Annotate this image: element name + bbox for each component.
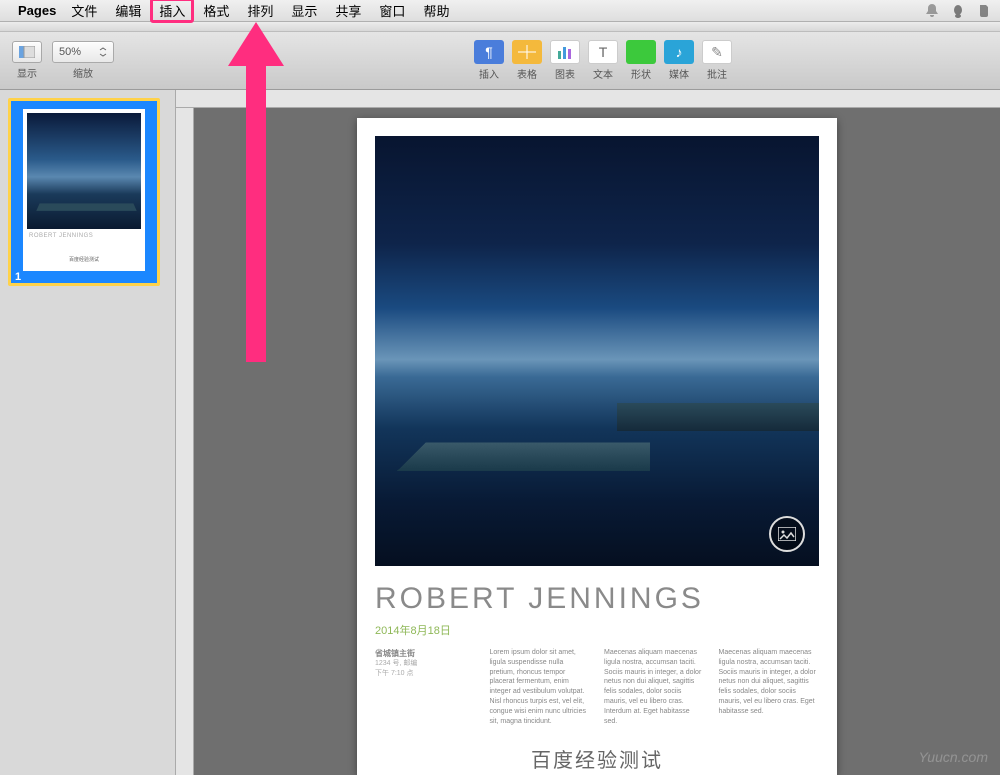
document-big-text[interactable]: 百度经验测试 [375, 744, 819, 773]
toolbar: 显示 50% 缩放 ¶插入 表格 图表 T文本 形状 ♪媒体 ✎批注 [0, 32, 1000, 90]
toolbar-chart[interactable]: 图表 [550, 40, 580, 81]
notification-icon[interactable] [924, 3, 940, 19]
zoom-value: 50% [59, 46, 81, 58]
watermark: Yuucn.com [918, 749, 988, 765]
content-area: ROBERT JENNINGS 百度经验测试 1 ROBERT JENNINGS [0, 90, 1000, 775]
document-page[interactable]: ROBERT JENNINGS 2014年8月18日 省城镇主街 1234 号,… [357, 118, 837, 775]
menu-arrange[interactable]: 排列 [238, 0, 282, 22]
document-title[interactable]: ROBERT JENNINGS [375, 582, 819, 616]
menu-format[interactable]: 格式 [194, 0, 238, 22]
menu-view[interactable]: 显示 [282, 0, 326, 22]
column-2[interactable]: Lorem ipsum dolor sit amet, ligula suspe… [490, 648, 591, 726]
horizontal-ruler [176, 90, 1000, 108]
menu-window[interactable]: 窗口 [370, 0, 414, 22]
note-icon: ✎ [702, 40, 732, 64]
menu-help[interactable]: 帮助 [414, 0, 458, 22]
shape-icon [626, 40, 656, 64]
toolbar-shape[interactable]: 形状 [626, 40, 656, 81]
vertical-ruler [176, 108, 194, 775]
toolbar-insert[interactable]: ¶插入 [474, 40, 504, 81]
menu-share[interactable]: 共享 [326, 0, 370, 22]
insert-icon: ¶ [474, 40, 504, 64]
toolbar-zoom: 50% 缩放 [52, 41, 114, 80]
qq-icon[interactable] [950, 3, 966, 19]
window-titlebar [0, 22, 1000, 32]
toolbar-note[interactable]: ✎批注 [702, 40, 732, 81]
show-button[interactable] [12, 41, 42, 63]
menubar: Pages 文件 编辑 插入 格式 排列 显示 共享 窗口 帮助 [0, 0, 1000, 22]
page-thumbnail-1[interactable]: ROBERT JENNINGS 百度经验测试 1 [8, 98, 160, 286]
menu-edit[interactable]: 编辑 [106, 0, 150, 22]
document-canvas[interactable]: ROBERT JENNINGS 2014年8月18日 省城镇主街 1234 号,… [176, 90, 1000, 775]
zoom-select[interactable]: 50% [52, 41, 114, 63]
toolbar-show: 显示 [12, 41, 42, 80]
toolbar-center: ¶插入 表格 图表 T文本 形状 ♪媒体 ✎批注 [474, 40, 732, 81]
toolbar-text[interactable]: T文本 [588, 40, 618, 81]
show-label: 显示 [17, 65, 37, 80]
table-icon [512, 40, 542, 64]
thumbnail-footer: 百度经验测试 [29, 257, 139, 264]
document-columns: 省城镇主街 1234 号, 邮编 下午 7:10 点 Lorem ipsum d… [375, 648, 819, 726]
thumbnail-image [27, 113, 141, 229]
app-name[interactable]: Pages [18, 3, 56, 18]
zoom-label: 缩放 [73, 65, 93, 80]
image-placeholder-icon[interactable] [769, 516, 805, 552]
page-number: 1 [15, 271, 21, 283]
document-date[interactable]: 2014年8月18日 [375, 622, 819, 638]
column-4[interactable]: Maecenas aliquam maecenas ligula nostra,… [719, 648, 820, 726]
chart-icon [550, 40, 580, 64]
evernote-icon[interactable] [976, 3, 992, 19]
hero-image[interactable] [375, 136, 819, 566]
text-icon: T [588, 40, 618, 64]
page-thumbnails-sidebar: ROBERT JENNINGS 百度经验测试 1 [0, 90, 176, 775]
chevron-updown-icon [99, 47, 107, 57]
toolbar-table[interactable]: 表格 [512, 40, 542, 81]
thumbnail-title: ROBERT JENNINGS [29, 233, 139, 241]
column-3[interactable]: Maecenas aliquam maecenas ligula nostra,… [604, 648, 705, 726]
column-address[interactable]: 省城镇主街 1234 号, 邮编 下午 7:10 点 [375, 648, 476, 726]
menu-file[interactable]: 文件 [62, 0, 106, 22]
toolbar-media[interactable]: ♪媒体 [664, 40, 694, 81]
media-icon: ♪ [664, 40, 694, 64]
menu-insert[interactable]: 插入 [150, 0, 194, 23]
